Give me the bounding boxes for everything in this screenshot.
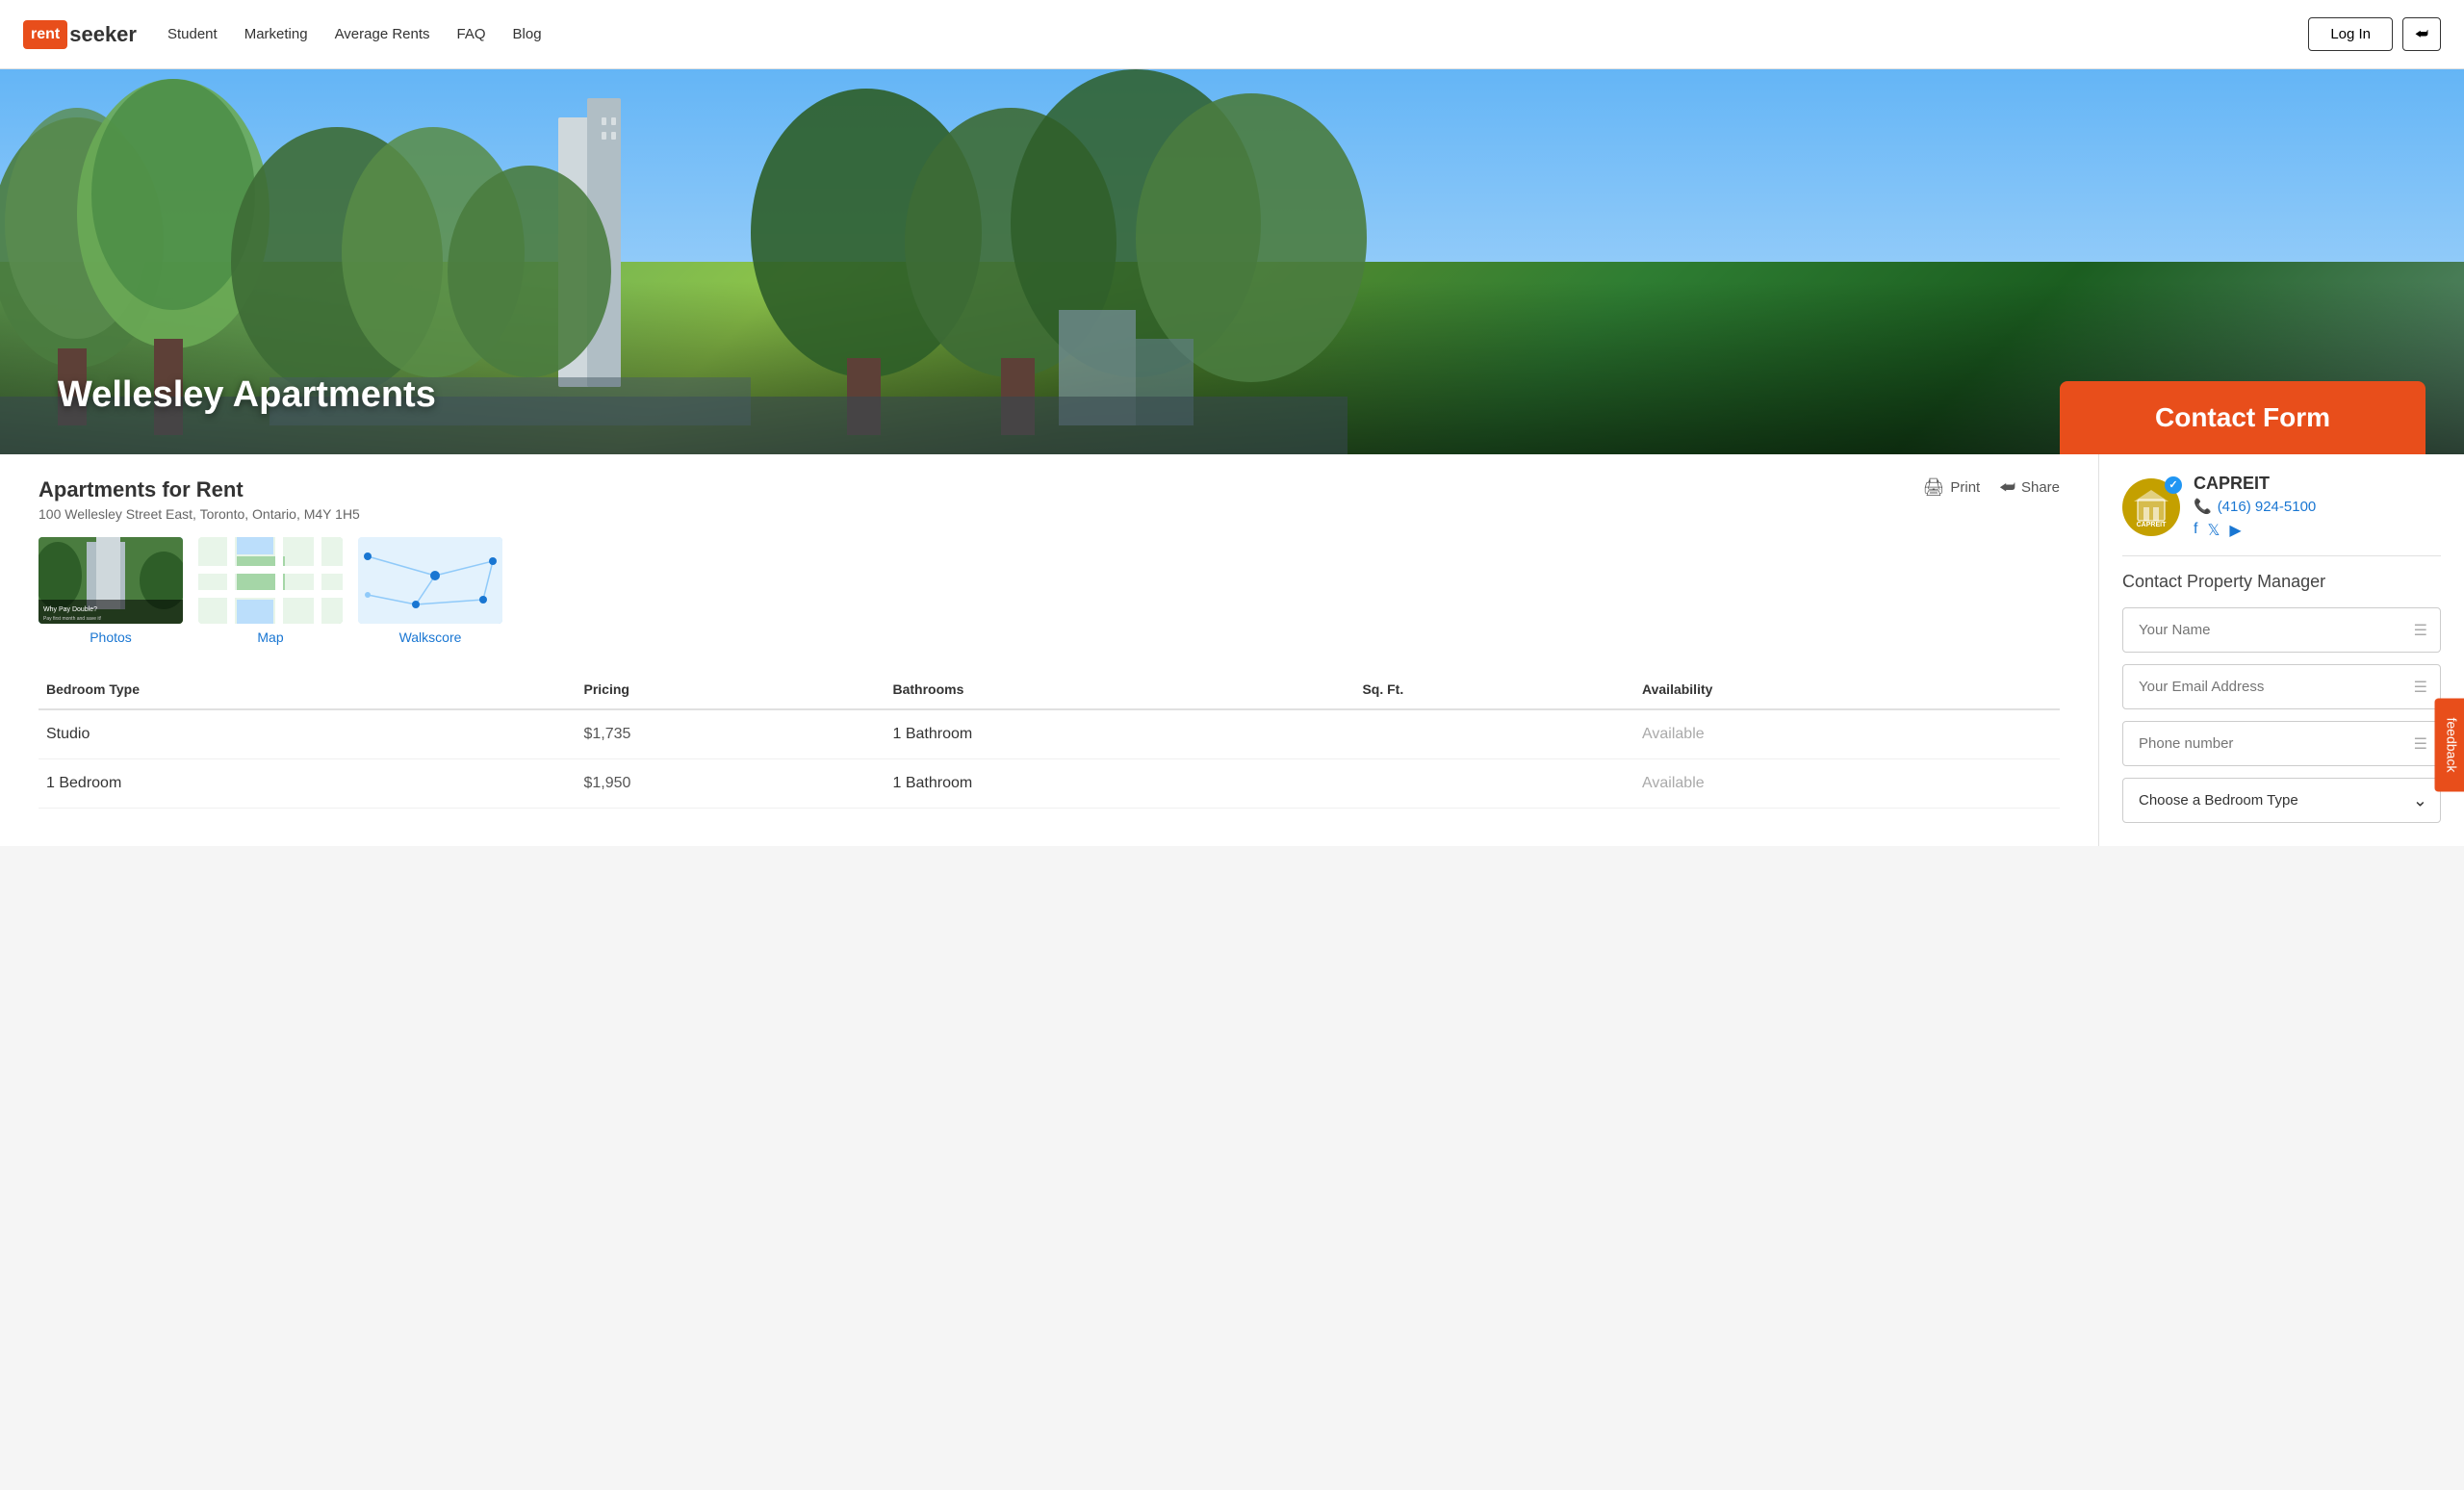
pricing-0: $1,735 bbox=[577, 709, 886, 759]
walkscore-image bbox=[358, 537, 502, 624]
twitter-icon[interactable]: 𝕏 bbox=[2207, 521, 2220, 540]
feedback-tab[interactable]: feedback bbox=[2435, 699, 2464, 792]
nav-average-rents[interactable]: Average Rents bbox=[335, 26, 430, 42]
logo[interactable]: rent seeker bbox=[23, 20, 137, 49]
company-phone[interactable]: 📞 (416) 924-5100 bbox=[2194, 498, 2316, 515]
table-row: 1 Bedroom $1,950 1 Bathroom Available bbox=[38, 759, 2060, 809]
map-svg bbox=[198, 537, 343, 624]
hero-property-name: Wellesley Apartments bbox=[58, 374, 436, 416]
col-availability: Availability bbox=[1634, 670, 2060, 709]
photos-label: Photos bbox=[90, 629, 132, 645]
right-panel: ✓ CAPREIT CAPREIT 📞 (416) 924-5100 f � bbox=[2098, 454, 2464, 846]
thumbnail-gallery: Why Pay Double? Pay first month and save… bbox=[38, 537, 2060, 647]
login-button[interactable]: Log In bbox=[2308, 17, 2393, 51]
contact-manager-title: Contact Property Manager bbox=[2122, 572, 2441, 592]
email-input[interactable] bbox=[2122, 664, 2441, 709]
property-actions: 🖨 Print ⮨ Share bbox=[1923, 477, 2061, 498]
property-header: Apartments for Rent 100 Wellesley Street… bbox=[38, 477, 2060, 522]
property-info: Apartments for Rent 100 Wellesley Street… bbox=[38, 477, 360, 522]
availability-0: Available bbox=[1634, 709, 2060, 759]
bathrooms-1: 1 Bathroom bbox=[885, 759, 1354, 809]
photos-image: Why Pay Double? Pay first month and save… bbox=[38, 537, 183, 624]
contact-form-overlay: Contact Form bbox=[2060, 381, 2426, 454]
company-name: CAPREIT bbox=[2194, 474, 2316, 494]
print-button[interactable]: 🖨 Print bbox=[1923, 477, 1981, 498]
col-sqft: Sq. Ft. bbox=[1354, 670, 1634, 709]
main-content: Apartments for Rent 100 Wellesley Street… bbox=[0, 454, 2464, 846]
nav-marketing[interactable]: Marketing bbox=[244, 26, 308, 42]
nav-faq[interactable]: FAQ bbox=[457, 26, 486, 42]
svg-text:CAPREIT: CAPREIT bbox=[2137, 522, 2167, 528]
youtube-icon[interactable]: ▶ bbox=[2229, 521, 2241, 540]
map-thumbnail[interactable]: Map bbox=[198, 537, 343, 647]
map-label: Map bbox=[257, 629, 283, 645]
bathrooms-0: 1 Bathroom bbox=[885, 709, 1354, 759]
col-pricing: Pricing bbox=[577, 670, 886, 709]
walkscore-thumbnail[interactable]: Walkscore bbox=[358, 537, 502, 647]
photos-thumbnail[interactable]: Why Pay Double? Pay first month and save… bbox=[38, 537, 183, 647]
company-socials: f 𝕏 ▶ bbox=[2194, 521, 2316, 540]
print-icon: 🖨 bbox=[1923, 477, 1945, 498]
header: rent seeker Student Marketing Average Re… bbox=[0, 0, 2464, 69]
capreit-logo-svg: CAPREIT bbox=[2130, 486, 2172, 528]
share-header-button[interactable]: ⮨ bbox=[2402, 17, 2441, 51]
bedroom-select[interactable]: Choose a Bedroom Type Studio 1 Bedroom 2… bbox=[2122, 778, 2441, 823]
company-info: ✓ CAPREIT CAPREIT 📞 (416) 924-5100 f � bbox=[2122, 454, 2441, 556]
header-actions: Log In ⮨ bbox=[2308, 17, 2441, 51]
verified-badge: ✓ bbox=[2165, 476, 2182, 494]
svg-text:Pay first month and save it!: Pay first month and save it! bbox=[43, 616, 101, 622]
availability-1: Available bbox=[1634, 759, 2060, 809]
email-field-wrapper: ☰ bbox=[2122, 664, 2441, 709]
col-bedroom-type: Bedroom Type bbox=[38, 670, 577, 709]
property-type: Apartments for Rent bbox=[38, 477, 360, 502]
bedroom-select-wrapper: Choose a Bedroom Type Studio 1 Bedroom 2… bbox=[2122, 778, 2441, 823]
walkscore-svg bbox=[358, 537, 502, 624]
bedroom-type-0: Studio bbox=[38, 709, 577, 759]
table-header-row: Bedroom Type Pricing Bathrooms Sq. Ft. A… bbox=[38, 670, 2060, 709]
phone-field-icon: ☰ bbox=[2414, 734, 2427, 754]
bedroom-type-1: 1 Bedroom bbox=[38, 759, 577, 809]
sqft-0 bbox=[1354, 709, 1634, 759]
name-input[interactable] bbox=[2122, 607, 2441, 653]
walkscore-label: Walkscore bbox=[399, 629, 462, 645]
table-row: Studio $1,735 1 Bathroom Available bbox=[38, 709, 2060, 759]
company-logo: ✓ CAPREIT bbox=[2122, 478, 2180, 536]
pricing-1: $1,950 bbox=[577, 759, 886, 809]
phone-icon: 📞 bbox=[2194, 498, 2212, 515]
share-icon: ⮨ bbox=[1999, 477, 2015, 498]
hero-section: Wellesley Apartments Contact Form bbox=[0, 69, 2464, 454]
property-address: 100 Wellesley Street East, Toronto, Onta… bbox=[38, 506, 360, 522]
map-image bbox=[198, 537, 343, 624]
nav-student[interactable]: Student bbox=[167, 26, 218, 42]
contact-form-header: Contact Form bbox=[2060, 381, 2426, 454]
share-button[interactable]: ⮨ Share bbox=[1999, 477, 2060, 498]
sqft-1 bbox=[1354, 759, 1634, 809]
logo-icon: rent bbox=[23, 20, 67, 49]
left-panel: Apartments for Rent 100 Wellesley Street… bbox=[0, 454, 2098, 846]
phone-input[interactable] bbox=[2122, 721, 2441, 766]
phone-field-wrapper: ☰ bbox=[2122, 721, 2441, 766]
svg-text:Why Pay Double?: Why Pay Double? bbox=[43, 606, 97, 613]
company-details: CAPREIT 📞 (416) 924-5100 f 𝕏 ▶ bbox=[2194, 474, 2316, 540]
email-field-icon: ☰ bbox=[2414, 678, 2427, 697]
photos-svg: Why Pay Double? Pay first month and save… bbox=[38, 537, 183, 624]
nav-blog[interactable]: Blog bbox=[513, 26, 542, 42]
bedroom-table: Bedroom Type Pricing Bathrooms Sq. Ft. A… bbox=[38, 670, 2060, 809]
share-header-icon: ⮨ bbox=[2415, 26, 2428, 42]
name-field-icon: ☰ bbox=[2414, 621, 2427, 640]
name-field-wrapper: ☰ bbox=[2122, 607, 2441, 653]
col-bathrooms: Bathrooms bbox=[885, 670, 1354, 709]
main-nav: Student Marketing Average Rents FAQ Blog bbox=[167, 26, 2308, 42]
logo-brand: seeker bbox=[69, 22, 137, 47]
facebook-icon[interactable]: f bbox=[2194, 521, 2197, 540]
